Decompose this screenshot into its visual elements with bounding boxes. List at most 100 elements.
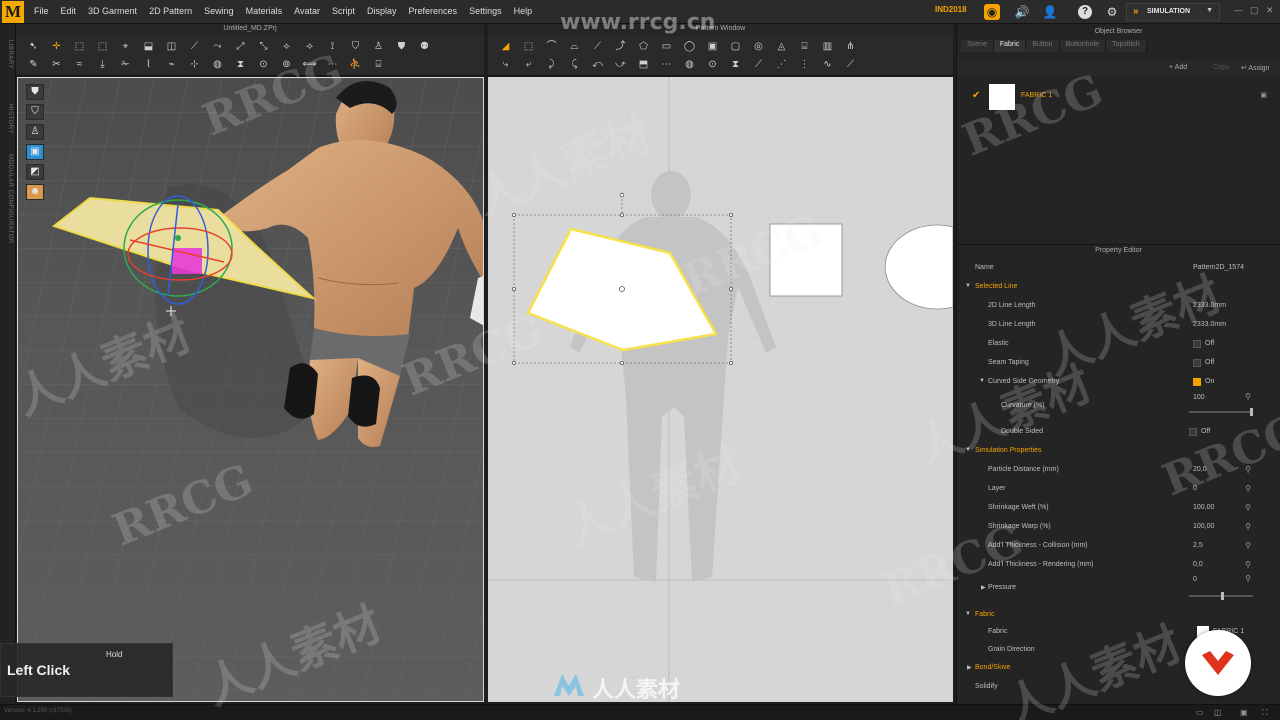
tuck-icon[interactable]: ◫ <box>162 39 181 55</box>
grading-icon[interactable]: ▥ <box>818 39 837 55</box>
curve-tool-icon[interactable]: ⤳ <box>208 39 227 55</box>
box-select-icon[interactable]: ⬚ <box>70 39 89 55</box>
polygon-icon[interactable]: ⬠ <box>634 39 653 55</box>
menu-2d-pattern[interactable]: 2D Pattern <box>149 0 192 24</box>
curvature-slider[interactable] <box>1189 408 1253 416</box>
fabric-list-item[interactable]: ✔ FABRIC 1 ▣ <box>965 82 1273 112</box>
arrange-icon[interactable]: ⊹ <box>185 57 204 73</box>
hem-icon[interactable]: ⌇ <box>139 57 158 73</box>
dart-icon[interactable]: ◬ <box>772 39 791 55</box>
slider-knob[interactable] <box>1250 408 1253 416</box>
zipper-icon[interactable]: ⧗ <box>231 57 250 73</box>
scissor-icon[interactable]: ✁ <box>116 57 135 73</box>
prop-shrinkage-weft-value[interactable]: 100,00 <box>1193 504 1214 511</box>
button-tool-icon[interactable]: ◍ <box>208 57 227 73</box>
rectangle-icon[interactable]: ▭ <box>657 39 676 55</box>
pin-icon[interactable]: ⚲ <box>1245 503 1251 512</box>
section-simulation[interactable]: ▼ Simulation Properties <box>957 442 1275 460</box>
avatar-view-icon[interactable]: ♙ <box>26 124 44 140</box>
fold-icon[interactable]: ⬓ <box>139 39 158 55</box>
help-icon[interactable]: ? <box>1078 5 1092 19</box>
pin-icon[interactable]: ⌖ <box>116 39 135 55</box>
curved-side-checkbox[interactable] <box>1193 378 1201 386</box>
close-icon[interactable]: ✕ <box>1266 5 1274 16</box>
tab-topstitch[interactable]: Topstitch <box>1106 40 1147 52</box>
render-icon[interactable]: ◉ <box>984 4 1000 20</box>
topstitch-icon[interactable]: ⋯ <box>657 57 676 73</box>
tab-buttonhole[interactable]: Buttonhole <box>1059 40 1107 52</box>
stitch-tool-icon[interactable]: ⤡ <box>254 39 273 55</box>
curve-point-icon[interactable]: ⤴ <box>611 39 630 55</box>
cut-icon[interactable]: ✂ <box>47 57 66 73</box>
pin-icon[interactable]: ⚲ <box>1245 560 1251 569</box>
edit-curve-point-icon[interactable]: ⌓ <box>565 39 584 55</box>
measure-line-icon[interactable]: ⋰ <box>772 57 791 73</box>
menu-3d-garment[interactable]: 3D Garment <box>88 0 137 24</box>
edit-curvature-icon[interactable]: ⌒ <box>542 39 561 55</box>
record-button[interactable] <box>1185 630 1251 696</box>
check-sewing-icon[interactable]: ⤺ <box>588 57 607 73</box>
stitch-line-2d-icon[interactable]: ⋮ <box>795 57 814 73</box>
pin-icon[interactable]: ⚲ <box>1245 484 1251 493</box>
garment-view-icon[interactable]: ⛊ <box>26 84 44 100</box>
elastic-checkbox[interactable] <box>1193 340 1201 348</box>
settings-icon[interactable]: ⚙ <box>1104 4 1120 20</box>
internal-rect-icon[interactable]: ▢ <box>726 39 745 55</box>
transform-icon[interactable]: ⬚ <box>93 39 112 55</box>
tab-scene[interactable]: Scene <box>961 40 994 52</box>
select-arrow-icon[interactable]: ➷ <box>24 39 43 55</box>
seam-taping-checkbox[interactable] <box>1193 359 1201 367</box>
double-sided-checkbox[interactable] <box>1189 428 1197 436</box>
button-2d-icon[interactable]: ◍ <box>680 57 699 73</box>
collapse-triangle-icon[interactable]: ▼ <box>979 378 985 384</box>
notch-icon[interactable]: ⋔ <box>841 39 860 55</box>
split-view-icon[interactable]: ◫ <box>1214 708 1222 717</box>
menu-sewing[interactable]: Sewing <box>204 0 234 24</box>
tab-button[interactable]: Button <box>1026 40 1060 52</box>
menu-script[interactable]: Script <box>332 0 355 24</box>
menu-help[interactable]: Help <box>514 0 533 24</box>
prop-curvature-value[interactable]: 100 <box>1193 394 1205 401</box>
texture-view-icon[interactable]: ◩ <box>26 164 44 180</box>
viewport-3d[interactable]: ⛊ ⛉ ♙ ▣ ◩ ☻ <box>17 77 484 702</box>
edit-texture-icon[interactable]: ⬒ <box>634 57 653 73</box>
puckering-icon[interactable]: ⌁ <box>162 57 181 73</box>
buttonhole-icon[interactable]: ⊙ <box>254 57 273 73</box>
free-sewing-icon[interactable]: ⤶ <box>519 57 538 73</box>
tab-fabric[interactable]: Fabric <box>993 40 1027 52</box>
align-icon[interactable]: ⌸ <box>369 57 388 73</box>
strap-tool-icon[interactable]: ⟟ <box>323 39 342 55</box>
dock-tab-modular[interactable]: MODULAR CONFIGURATOR <box>1 154 13 244</box>
prop-shrinkage-warp-value[interactable]: 100,00 <box>1193 523 1214 530</box>
wave-stitch-icon[interactable]: ∿ <box>818 57 837 73</box>
minimize-icon[interactable]: — <box>1234 5 1243 15</box>
menu-file[interactable]: File <box>34 0 49 24</box>
menu-display[interactable]: Display <box>367 0 397 24</box>
trim-icon[interactable]: ⊚ <box>277 57 296 73</box>
circle-icon[interactable]: ◯ <box>680 39 699 55</box>
add-point-icon[interactable]: ⟋ <box>588 39 607 55</box>
edit-pattern-icon[interactable]: ⬚ <box>519 39 538 55</box>
move-icon[interactable]: ✛ <box>47 39 66 55</box>
expand-triangle-icon[interactable]: ▶ <box>981 584 986 591</box>
garment-fit-icon[interactable]: ⛉ <box>346 39 365 55</box>
menu-settings[interactable]: Settings <box>469 0 502 24</box>
prop-name-value[interactable]: Pattern2D_1574 <box>1193 264 1244 271</box>
tack-tool-icon[interactable]: ⟡ <box>277 39 296 55</box>
skin-view-icon[interactable]: ☻ <box>26 184 44 200</box>
viewport-2d[interactable] <box>488 77 953 702</box>
assign-button[interactable]: ↵ Assign <box>1241 64 1269 72</box>
zipper-2d-icon[interactable]: ⧗ <box>726 57 745 73</box>
diagonal-stitch-icon[interactable]: ⟋ <box>841 57 860 73</box>
prop-thickness-collision-value[interactable]: 2,5 <box>1193 542 1203 549</box>
pose-icon[interactable]: ⛹ <box>346 57 365 73</box>
prop-particle-distance-value[interactable]: 20,0 <box>1193 466 1207 473</box>
prop-2d-line-length-value[interactable]: 2333.0mm <box>1193 302 1226 309</box>
pants-icon[interactable]: ⚉ <box>415 39 434 55</box>
maximize-icon[interactable]: ▢ <box>1250 5 1259 16</box>
user-icon[interactable]: 👤 <box>1042 4 1058 20</box>
pattern-piece-square[interactable] <box>769 223 843 297</box>
fabric-view-icon[interactable]: ▣ <box>26 144 44 160</box>
internal-circle-icon[interactable]: ◎ <box>749 39 768 55</box>
shirt-icon[interactable]: ⛊ <box>392 39 411 55</box>
